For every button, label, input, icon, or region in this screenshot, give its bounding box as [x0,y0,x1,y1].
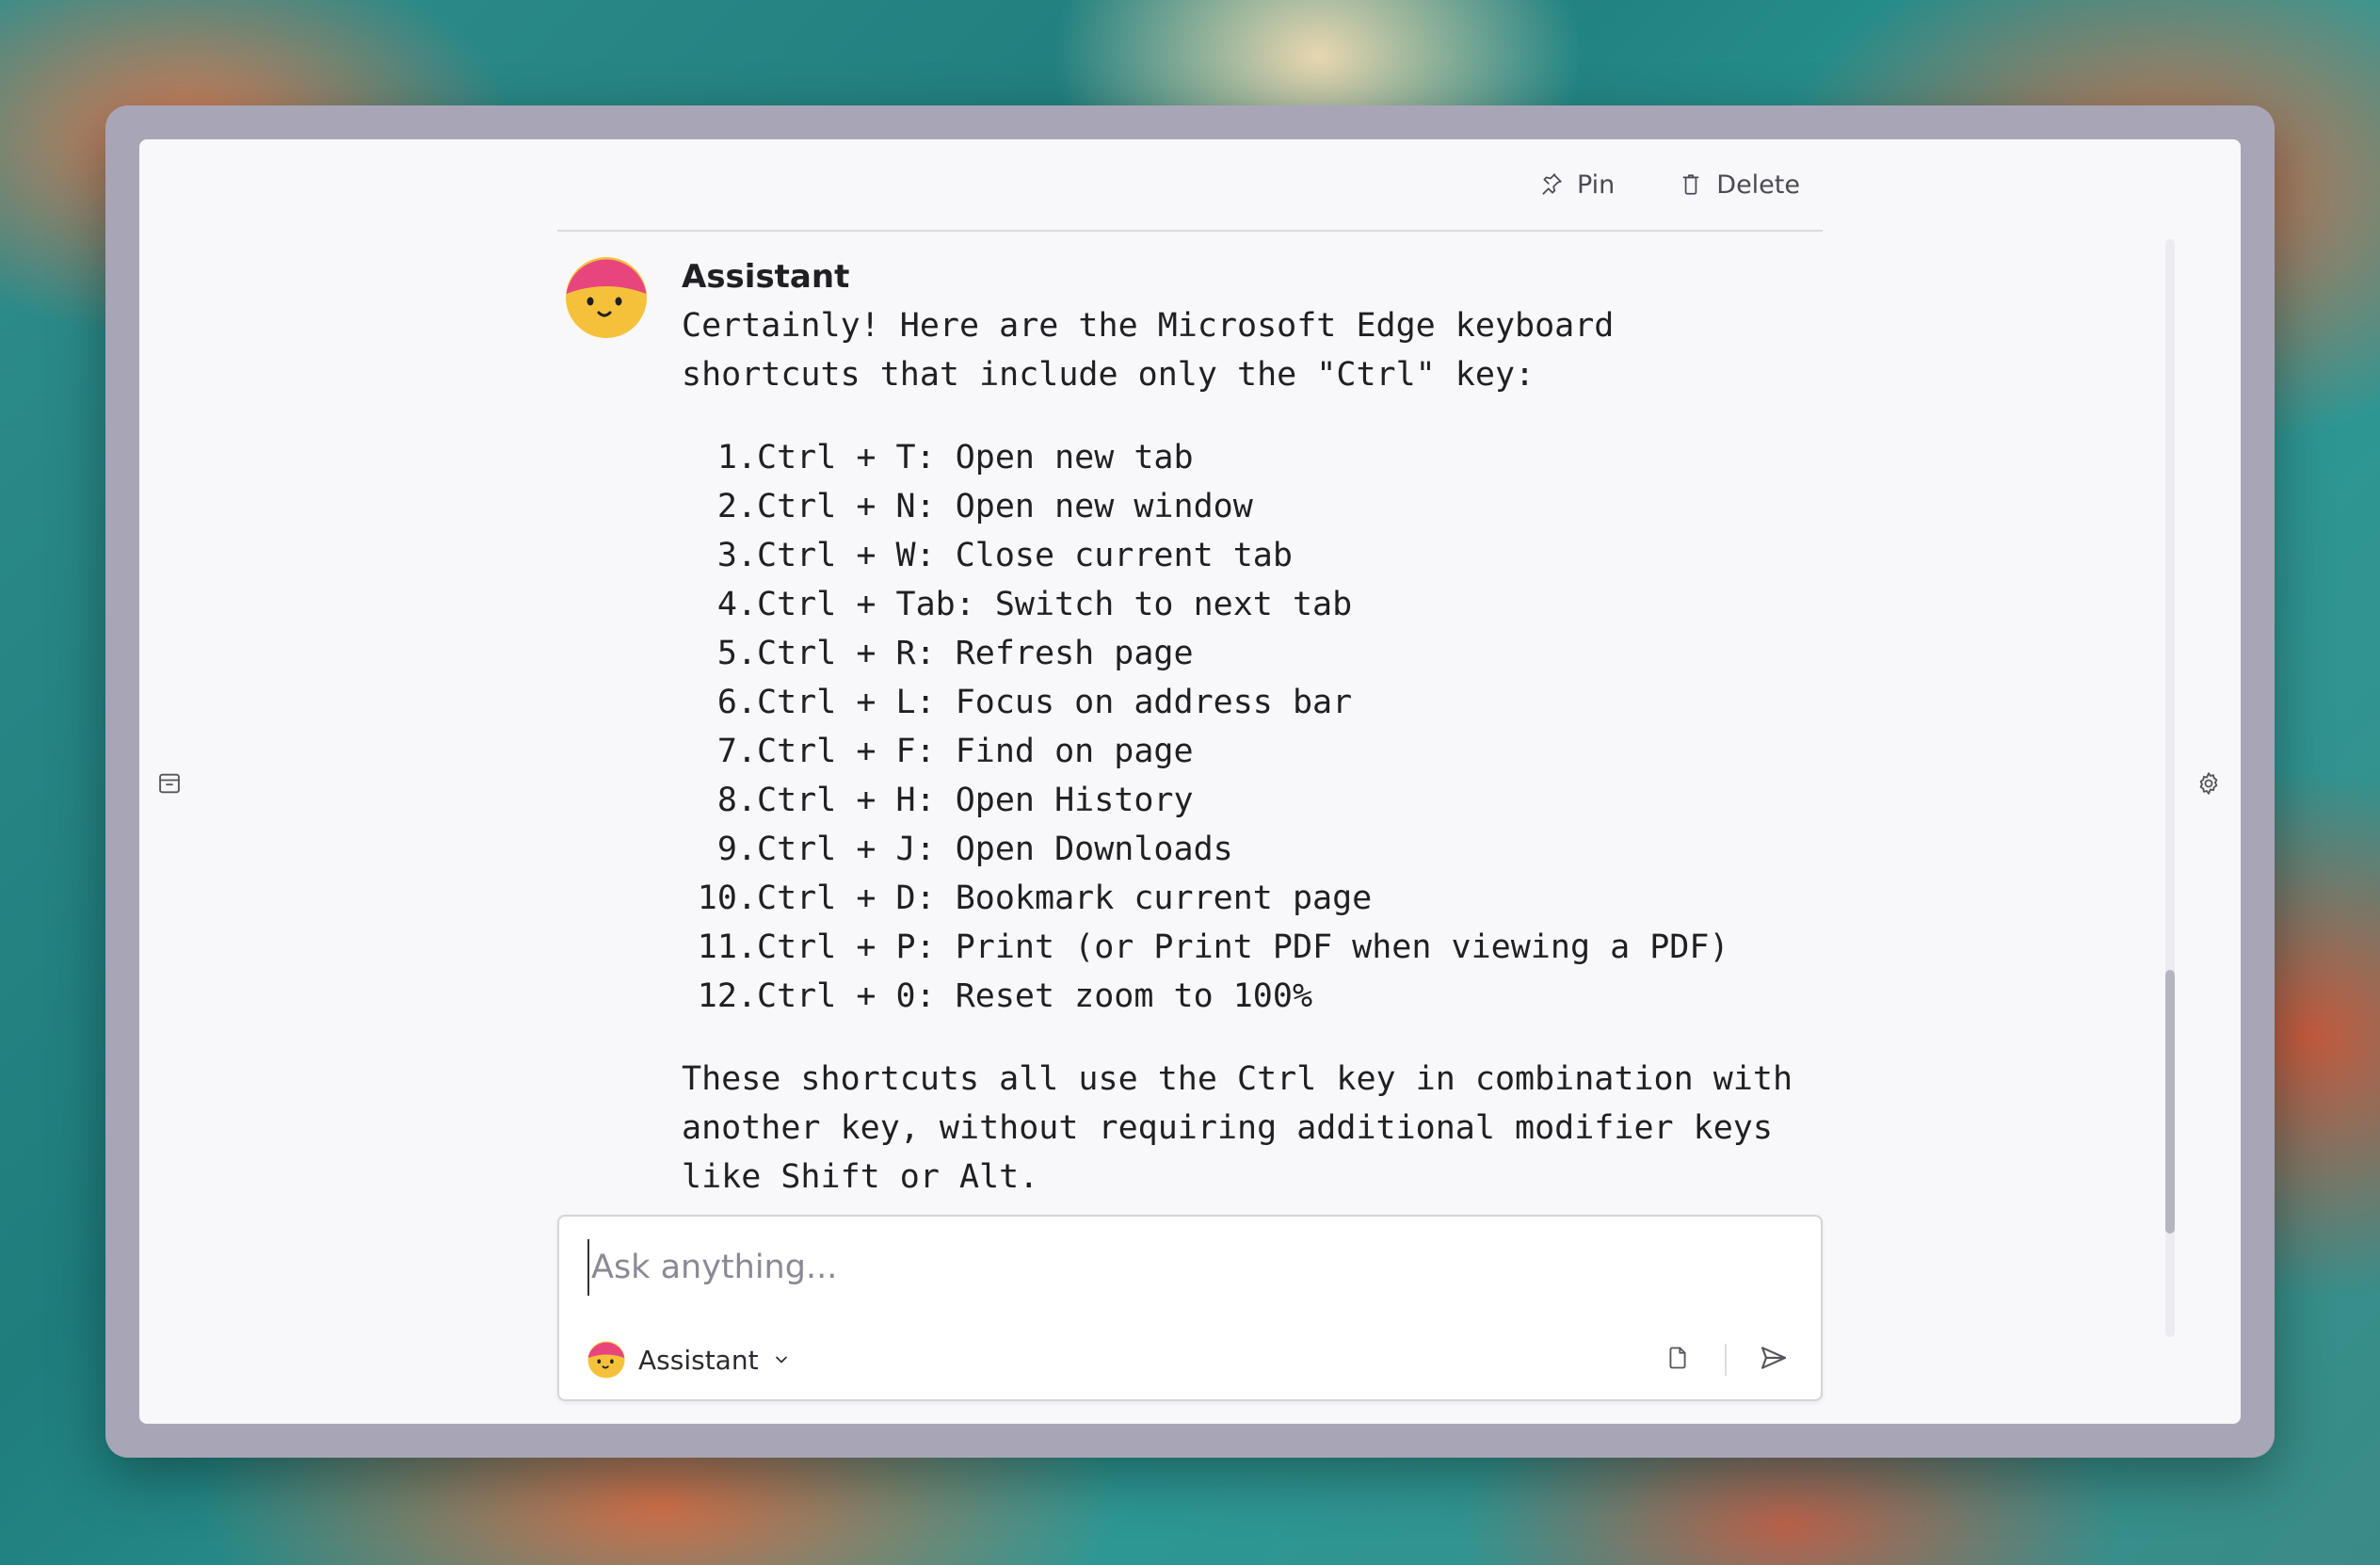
actions-divider [1725,1344,1727,1376]
message-intro: Certainly! Here are the Microsoft Edge k… [682,307,1615,394]
assistant-window: Pin Delete Assistant Certainly! Here are… [105,105,2275,1458]
conversation-header: Pin Delete [557,139,1823,232]
list-item: 3. Ctrl + W: Close current tab [682,531,1811,580]
list-item: 8. Ctrl + H: Open History [682,776,1811,825]
send-icon [1759,1343,1789,1377]
list-item-text: Ctrl + F: Find on page [757,733,1194,770]
archive-icon[interactable] [154,768,185,799]
model-selector[interactable]: Assistant [587,1339,791,1380]
list-item-text: Ctrl + R: Refresh page [757,635,1194,672]
list-item-text: Ctrl + 0: Reset zoom to 100% [757,977,1313,1015]
shortcut-list: 1. Ctrl + T: Open new tab 2. Ctrl + N: Op… [682,433,1811,1021]
list-item: 4. Ctrl + Tab: Switch to next tab [682,580,1811,629]
list-item-number: 3. [716,537,757,574]
assistant-message: Assistant Certainly! Here are the Micros… [565,256,1823,1330]
pin-button[interactable]: Pin [1539,170,1637,200]
model-label: Assistant [638,1344,759,1376]
assistant-avatar-small [587,1341,625,1379]
list-item: 1. Ctrl + T: Open new tab [682,433,1811,482]
chat-panel: Pin Delete Assistant Certainly! Here are… [139,139,2241,1424]
list-item-text: Ctrl + D: Bookmark current page [757,879,1373,917]
scrollbar[interactable] [2165,239,2175,1337]
composer-actions [1659,1339,1793,1380]
attach-file-button[interactable] [1659,1341,1697,1379]
pin-label: Pin [1576,169,1616,200]
list-item-number: 8. [716,782,757,819]
list-item-number: 7. [716,733,757,770]
list-item: 9. Ctrl + J: Open Downloads [682,825,1811,874]
delete-label: Delete [1716,169,1800,200]
list-item-number: 2. [716,488,757,525]
list-item-text: Ctrl + N: Open new window [757,488,1253,525]
list-item-text: Ctrl + W: Close current tab [757,537,1293,574]
assistant-avatar [566,257,647,338]
trash-icon [1679,172,1703,197]
list-item: 10. Ctrl + D: Bookmark current page [682,874,1811,923]
composer: Assistant [557,1215,1823,1401]
list-item: 7. Ctrl + F: Find on page [682,727,1811,776]
list-item: 5. Ctrl + R: Refresh page [682,629,1811,678]
delete-button[interactable]: Delete [1679,170,1823,200]
ask-input[interactable] [587,1239,1796,1296]
scrollbar-thumb[interactable] [2165,970,2175,1234]
gear-icon[interactable] [2194,768,2224,799]
list-item-number: 4. [716,586,757,623]
message-body: Assistant Certainly! Here are the Micros… [682,256,1811,1202]
list-item-number: 5. [716,635,757,672]
message-sender: Assistant [682,258,850,296]
list-item-number: 10. [697,879,757,917]
send-button[interactable] [1755,1341,1793,1379]
list-item-number: 11. [697,928,757,966]
list-item-number: 9. [716,831,757,868]
list-item-text: Ctrl + H: Open History [757,782,1194,819]
list-item-number: 6. [716,684,757,721]
list-item: 2. Ctrl + N: Open new window [682,482,1811,531]
list-item: 6. Ctrl + L: Focus on address bar [682,678,1811,727]
list-item-text: Ctrl + J: Open Downloads [757,831,1233,868]
pin-icon [1539,172,1564,197]
list-item-text: Ctrl + L: Focus on address bar [757,684,1353,721]
list-item-text: Ctrl + P: Print (or Print PDF when viewi… [757,928,1729,966]
message-outro: These shortcuts all use the Ctrl key in … [682,1060,1793,1196]
list-item: 11. Ctrl + P: Print (or Print PDF when v… [682,923,1811,972]
list-item-text: Ctrl + T: Open new tab [757,439,1194,476]
chevron-down-icon [772,1345,791,1376]
list-item-number: 1. [716,439,757,476]
file-icon [1664,1345,1691,1375]
list-item-number: 12. [697,977,757,1015]
list-item-text: Ctrl + Tab: Switch to next tab [757,586,1353,623]
list-item: 12. Ctrl + 0: Reset zoom to 100% [682,972,1811,1021]
